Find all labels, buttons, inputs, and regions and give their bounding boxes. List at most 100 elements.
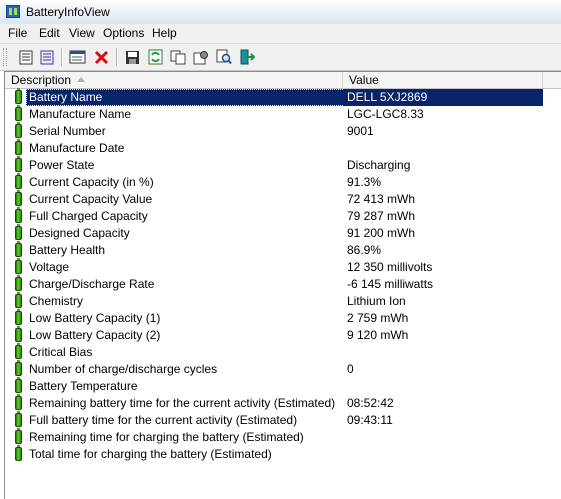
save-button[interactable] xyxy=(123,48,141,66)
table-row[interactable]: Battery Name DELL 5XJ2869 xyxy=(5,88,561,106)
table-row[interactable]: Charge/Discharge Rate -6 145 milliwatts xyxy=(5,275,561,293)
exit-button[interactable] xyxy=(238,48,256,66)
battery-icon xyxy=(15,105,22,121)
row-description: Full Charged Capacity xyxy=(29,209,148,223)
battery-icon xyxy=(15,343,22,359)
table-row[interactable]: Full battery time for the current activi… xyxy=(5,411,561,429)
properties-icon xyxy=(19,50,33,64)
properties-button[interactable] xyxy=(17,48,35,66)
row-value: 91.3% xyxy=(347,175,382,189)
toolbar-separator xyxy=(61,48,63,66)
save-icon xyxy=(125,50,139,64)
row-value: 9001 xyxy=(347,124,374,138)
table-row[interactable]: Designed Capacity 91 200 mWh xyxy=(5,224,561,242)
row-value xyxy=(343,344,351,361)
row-value: 12 350 millivolts xyxy=(347,260,433,274)
row-value: 91 200 mWh xyxy=(347,226,416,240)
battery-icon xyxy=(15,445,22,461)
row-description: Manufacture Name xyxy=(29,107,132,121)
table-row[interactable]: Battery Health 86.9% xyxy=(5,241,561,259)
settings-button[interactable] xyxy=(192,48,210,66)
menu-bar: File Edit View Options Help xyxy=(0,24,561,43)
battery-icon xyxy=(15,88,22,104)
column-header-value[interactable]: Value xyxy=(343,72,543,88)
table-row[interactable]: Chemistry Lithium Ion xyxy=(5,292,561,310)
html-report-button[interactable] xyxy=(68,48,86,66)
row-description: Low Battery Capacity (1) xyxy=(29,311,161,325)
battery-icon xyxy=(15,190,22,206)
battery-icon xyxy=(15,275,22,291)
table-row[interactable]: Number of charge/discharge cycles 0 xyxy=(5,360,561,378)
battery-icon xyxy=(15,394,22,410)
battery-icon xyxy=(15,241,22,257)
table-row[interactable]: Remaining battery time for the current a… xyxy=(5,394,561,412)
table-row[interactable]: Remaining time for charging the battery … xyxy=(5,428,561,446)
table-row[interactable]: Total time for charging the battery (Est… xyxy=(5,445,561,463)
battery-icon xyxy=(15,156,22,172)
battery-icon xyxy=(15,309,22,325)
toolbar xyxy=(0,43,561,71)
menu-edit[interactable]: Edit xyxy=(39,26,60,40)
table-row[interactable]: Manufacture Date xyxy=(5,139,561,157)
toolbar-grip[interactable] xyxy=(3,48,7,66)
row-description: Current Capacity (in %) xyxy=(29,175,154,189)
copy-button[interactable] xyxy=(169,48,187,66)
row-value xyxy=(343,140,351,157)
row-description: Battery Temperature xyxy=(29,379,138,393)
refresh-button[interactable] xyxy=(146,48,164,66)
table-row[interactable]: Current Capacity (in %) 91.3% xyxy=(5,173,561,191)
battery-info-list[interactable]: Description Value Battery Name DELL 5XJ28… xyxy=(4,71,561,499)
menu-file[interactable]: File xyxy=(8,26,27,40)
table-row[interactable]: Critical Bias xyxy=(5,343,561,361)
menu-options[interactable]: Options xyxy=(103,26,144,40)
html-report-icon xyxy=(69,50,85,64)
copy-icon xyxy=(170,50,186,64)
find-button[interactable] xyxy=(215,48,233,66)
table-row[interactable]: Serial Number 9001 xyxy=(5,122,561,140)
battery-icon xyxy=(15,360,22,376)
battery-icon xyxy=(15,377,22,393)
title-bar: BatteryInfoView xyxy=(0,0,561,25)
list-view-button[interactable] xyxy=(38,48,56,66)
delete-button[interactable] xyxy=(92,48,110,66)
table-row[interactable]: Manufacture Name LGC-LGC8.33 xyxy=(5,105,561,123)
table-row[interactable]: Low Battery Capacity (1) 2 759 mWh xyxy=(5,309,561,327)
table-row[interactable]: Power State Discharging xyxy=(5,156,561,174)
battery-icon xyxy=(15,258,22,274)
row-value: Discharging xyxy=(347,158,411,172)
battery-icon xyxy=(15,292,22,308)
window-title: BatteryInfoView xyxy=(26,5,110,19)
list-view-icon xyxy=(40,50,54,64)
sort-ascending-icon xyxy=(77,77,85,82)
table-row[interactable]: Voltage 12 350 millivolts xyxy=(5,258,561,276)
row-value: 2 759 mWh xyxy=(347,311,409,325)
row-value xyxy=(343,378,351,395)
column-header-value-label: Value xyxy=(349,73,379,87)
battery-icon xyxy=(15,207,22,223)
table-row[interactable]: Low Battery Capacity (2) 9 120 mWh xyxy=(5,326,561,344)
row-description: Remaining battery time for the current a… xyxy=(29,396,336,410)
table-row[interactable]: Current Capacity Value 72 413 mWh xyxy=(5,190,561,208)
column-header-description[interactable]: Description xyxy=(5,72,343,88)
menu-view[interactable]: View xyxy=(69,26,95,40)
app-battery-icon xyxy=(6,5,20,18)
row-value: 09:43:11 xyxy=(347,413,393,427)
row-value: 86.9% xyxy=(347,243,382,257)
exit-icon xyxy=(240,49,255,65)
row-description: Designed Capacity xyxy=(29,226,130,240)
row-description: Charge/Discharge Rate xyxy=(29,277,155,291)
battery-icon xyxy=(15,428,22,444)
row-value xyxy=(343,429,351,446)
table-row[interactable]: Battery Temperature xyxy=(5,377,561,395)
row-description: Manufacture Date xyxy=(29,141,125,155)
table-row[interactable]: Full Charged Capacity 79 287 mWh xyxy=(5,207,561,225)
row-description: Battery Name xyxy=(26,89,347,106)
menu-help[interactable]: Help xyxy=(152,26,177,40)
column-header-description-label: Description xyxy=(11,73,72,87)
row-value: 9 120 mWh xyxy=(347,328,409,342)
row-description: Total time for charging the battery (Est… xyxy=(29,447,272,461)
row-value: DELL 5XJ2869 xyxy=(343,89,543,106)
find-icon xyxy=(216,49,232,65)
row-value xyxy=(343,446,351,463)
row-description: Serial Number xyxy=(29,124,106,138)
